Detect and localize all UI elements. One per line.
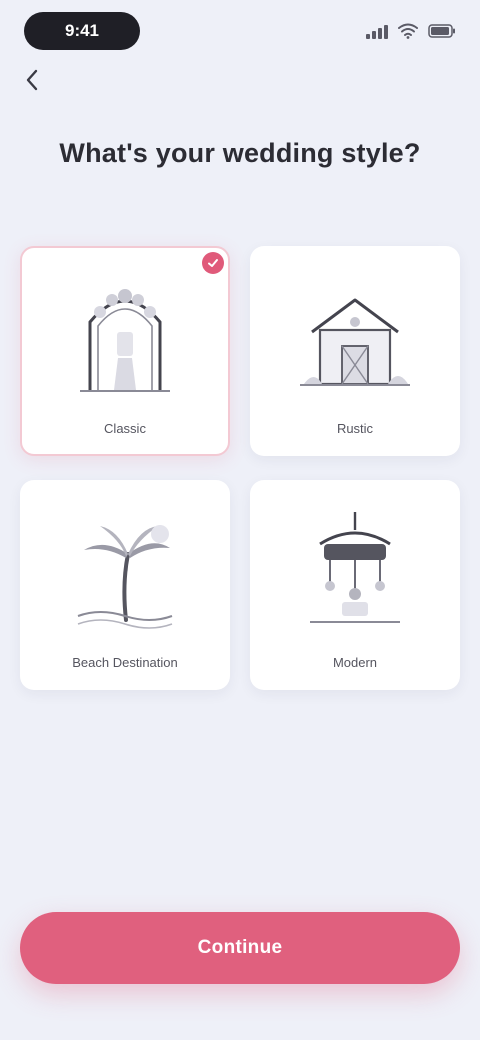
option-label: Rustic: [336, 421, 374, 436]
style-option-classic[interactable]: Classic: [20, 246, 230, 456]
check-badge-icon: [202, 252, 224, 274]
page-title: What's your wedding style?: [59, 138, 421, 168]
signal-icon: [366, 23, 388, 39]
cta-container: Continue: [20, 912, 460, 984]
back-button[interactable]: [18, 66, 46, 94]
option-label: Modern: [332, 655, 378, 670]
status-icons: [366, 20, 456, 42]
style-options-grid: Classic Rustic Beach Destination Modern: [20, 246, 460, 690]
continue-button[interactable]: Continue: [20, 912, 460, 984]
chevron-left-icon: [26, 69, 38, 91]
status-bar: 9:41: [0, 0, 480, 64]
battery-icon: [428, 24, 456, 38]
barn-icon: [285, 270, 425, 400]
wedding-arch-icon: [55, 270, 195, 400]
wedding-style-screen: 9:41 What's your wedding style? Classic …: [0, 0, 480, 1040]
style-option-modern[interactable]: Modern: [250, 480, 460, 690]
option-label: Beach Destination: [72, 655, 178, 670]
style-option-beach-destination[interactable]: Beach Destination: [20, 480, 230, 690]
status-time: 9:41: [24, 12, 140, 50]
palm-tree-icon: [55, 504, 195, 634]
style-option-rustic[interactable]: Rustic: [250, 246, 460, 456]
wifi-icon: [398, 23, 418, 39]
option-label: Classic: [104, 421, 146, 436]
chandelier-icon: [285, 504, 425, 634]
